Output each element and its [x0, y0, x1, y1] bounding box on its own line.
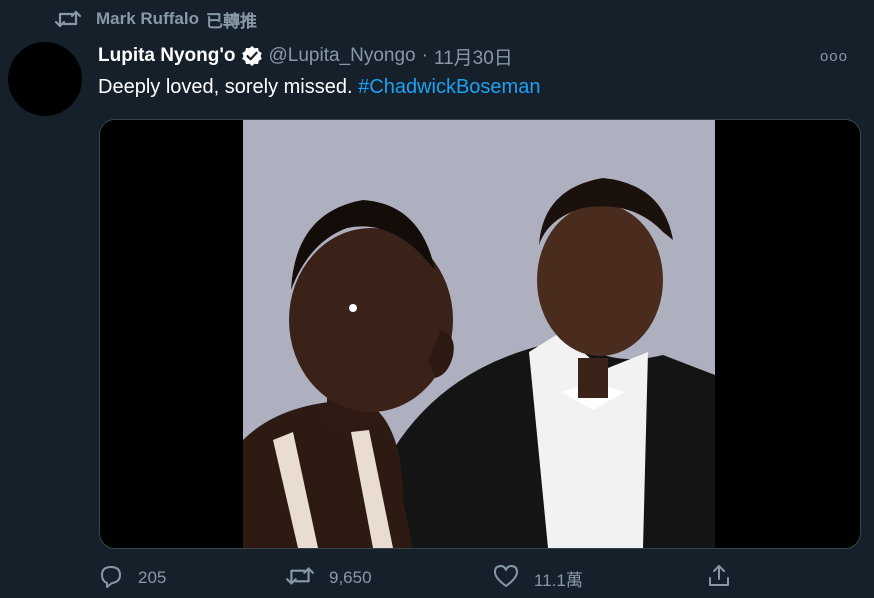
avatar[interactable] [8, 42, 82, 116]
retweet-action-icon [285, 564, 315, 593]
reply-button[interactable]: 205 [98, 562, 166, 594]
tweet-body: Deeply loved, sorely missed. [98, 76, 353, 98]
tweet-text: Deeply loved, sorely missed. #ChadwickBo… [98, 76, 540, 99]
like-count: 11.1萬 [534, 570, 583, 590]
like-button[interactable]: 11.1萬 [492, 562, 583, 594]
retweet-count: 9,650 [329, 568, 372, 587]
retweet-button[interactable]: 9,650 [285, 562, 372, 594]
verified-badge-icon [241, 45, 263, 67]
display-name[interactable]: Lupita Nyong'o [98, 45, 236, 67]
more-icon[interactable]: ooo [820, 48, 848, 65]
reply-count: 205 [138, 568, 167, 587]
tweet-date[interactable]: 11月30日 [434, 43, 513, 70]
tweet-actions: 205 9,650 11.1萬 [98, 562, 758, 594]
handle[interactable]: @Lupita_Nyongo [269, 45, 416, 67]
hashtag-link[interactable]: #ChadwickBoseman [358, 76, 540, 98]
tweet-media[interactable] [99, 119, 861, 549]
tweet-header: Lupita Nyong'o @Lupita_Nyongo · 11月30日 o… [98, 42, 864, 70]
share-icon [706, 563, 732, 594]
share-button[interactable] [706, 562, 732, 594]
retweet-icon [54, 8, 82, 30]
separator: · [421, 45, 428, 66]
retweet-label: 已轉推 [205, 11, 257, 31]
reply-icon [98, 563, 124, 594]
heart-icon [492, 563, 520, 594]
retweeter-name[interactable]: Mark Ruffalo [96, 9, 199, 29]
retweet-indicator[interactable]: Mark Ruffalo 已轉推 [54, 6, 257, 32]
tweet-photo [243, 120, 715, 548]
